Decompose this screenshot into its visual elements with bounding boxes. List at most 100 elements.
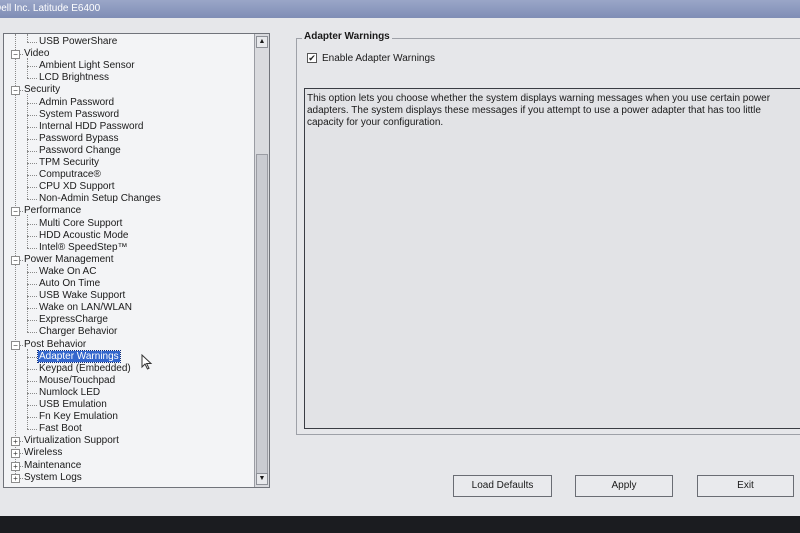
tree-item-adapter-warnings[interactable]: Adapter Warnings — [37, 349, 121, 363]
tree-item-fast-boot[interactable]: Fast Boot — [38, 423, 83, 435]
tree-item-numlock-led[interactable]: Numlock LED — [38, 387, 101, 399]
tree-item-system-logs[interactable]: System Logs — [23, 472, 83, 484]
tree-connector — [27, 78, 37, 80]
tree-branch-line — [27, 94, 28, 200]
tree-item-label: Fn Key Emulation — [39, 411, 118, 423]
scroll-up-button[interactable]: ▲ — [256, 36, 268, 48]
minus-icon[interactable]: − — [11, 255, 20, 265]
tree-branch-line — [27, 263, 28, 333]
tree-item-label: CPU XD Support — [39, 181, 115, 193]
tree-connector — [27, 356, 37, 358]
tree-item-label: Power Management — [24, 253, 114, 265]
tree-item-tpm-security[interactable]: TPM Security — [38, 157, 100, 169]
tree-item-label: Performance — [24, 205, 82, 217]
minus-icon[interactable]: − — [11, 50, 20, 60]
tree-item-usb-powershare[interactable]: USB PowerShare — [38, 36, 118, 48]
minus-icon[interactable]: − — [11, 207, 20, 217]
tree-item-label: Wake on LAN/WLAN — [39, 302, 132, 314]
tree-item-security[interactable]: Security — [23, 84, 61, 96]
tree-item-label: Wake On AC — [39, 265, 97, 277]
tree-item-performance[interactable]: Performance — [23, 205, 82, 217]
tree-item-label: Virtualization Support — [24, 435, 119, 447]
tree-item-maintenance[interactable]: Maintenance — [23, 460, 82, 472]
tree-item-label: Fast Boot — [39, 423, 82, 435]
tree-item-video[interactable]: Video — [23, 48, 50, 60]
tree-item-label: Internal HDD Password — [39, 120, 144, 132]
tree-connector — [27, 223, 37, 225]
tree-item-label: USB PowerShare — [39, 36, 118, 47]
tree-item-wake-on-ac[interactable]: Wake On AC — [38, 266, 97, 278]
tree-item-computrace[interactable]: Computrace® — [38, 169, 102, 181]
tree-item-wake-on-lan-wlan[interactable]: Wake on LAN/WLAN — [38, 302, 133, 314]
tree-branch-line — [27, 58, 28, 79]
tree-item-password-bypass[interactable]: Password Bypass — [38, 133, 119, 145]
tree-branch-line — [27, 215, 28, 248]
tree-item-internal-hdd-password[interactable]: Internal HDD Password — [38, 121, 144, 133]
tree-item-auto-on-time[interactable]: Auto On Time — [38, 278, 101, 290]
window-title: Dell Inc. Latitude E6400 — [0, 3, 101, 14]
tree-connector — [27, 368, 37, 370]
tree-connector — [27, 429, 37, 431]
tree-connector — [27, 405, 37, 406]
settings-tree[interactable]: − − − − − + + + + USB PowerShare Video Ambient Ligh… — [3, 33, 270, 488]
tree-item-cpu-xd-support[interactable]: CPU XD Support — [38, 181, 116, 193]
tree-item-fn-key-emulation[interactable]: Fn Key Emulation — [38, 411, 119, 423]
tree-item-non-admin-setup-changes[interactable]: Non-Admin Setup Changes — [38, 193, 162, 205]
minus-icon[interactable]: − — [11, 340, 20, 350]
mouse-pointer-icon — [141, 354, 153, 370]
description-text: This option lets you choose whether the … — [307, 93, 771, 128]
tree-scrollbar[interactable]: ▲ ▼ — [254, 34, 269, 487]
enable-adapter-warnings-label[interactable]: Enable Adapter Warnings — [322, 53, 435, 64]
tree-item-mouse-touchpad[interactable]: Mouse/Touchpad — [38, 375, 116, 387]
tree-item-expresscharge[interactable]: ExpressCharge — [38, 314, 109, 326]
tree-connector — [27, 187, 37, 189]
tree-connector — [27, 150, 37, 152]
tree-item-label: Wireless — [24, 447, 63, 459]
tree-item-label: System Password — [39, 108, 120, 120]
load-defaults-button[interactable]: Load Defaults — [453, 475, 552, 497]
title-bar: Dell Inc. Latitude E6400 — [0, 0, 800, 18]
tree-item-password-change[interactable]: Password Change — [38, 145, 122, 157]
tree-item-usb-emulation[interactable]: USB Emulation — [38, 399, 108, 411]
tree-item-hdd-acoustic-mode[interactable]: HDD Acoustic Mode — [38, 230, 129, 242]
tree-item-keypad-embedded[interactable]: Keypad (Embedded) — [38, 363, 132, 375]
tree-item-label: USB Wake Support — [39, 290, 126, 302]
tree-item-multi-core-support[interactable]: Multi Core Support — [38, 218, 123, 230]
check-icon: ✔ — [308, 53, 316, 63]
plus-icon[interactable]: + — [11, 461, 20, 471]
enable-adapter-warnings-checkbox[interactable]: ✔ — [307, 53, 317, 63]
scroll-thumb[interactable] — [256, 154, 268, 474]
tree-item-label: Multi Core Support — [39, 217, 123, 229]
tree-item-virtualization-support[interactable]: Virtualization Support — [23, 435, 120, 447]
scroll-down-button[interactable]: ▼ — [256, 473, 268, 485]
tree-item-admin-password[interactable]: Admin Password — [38, 97, 115, 109]
tree-item-label: Adapter Warnings — [37, 349, 121, 363]
tree-item-charger-behavior[interactable]: Charger Behavior — [38, 326, 118, 338]
apply-button[interactable]: Apply — [575, 475, 673, 497]
tree-connector — [27, 332, 37, 334]
tree-connector — [27, 380, 37, 382]
tree-item-label: Auto On Time — [39, 278, 101, 289]
plus-icon[interactable]: + — [11, 473, 20, 483]
tree-branch-line — [27, 348, 28, 430]
screen-bezel — [0, 516, 800, 533]
plus-icon[interactable]: + — [11, 449, 20, 459]
tree-item-intel-speedstep[interactable]: Intel® SpeedStep™ — [38, 242, 129, 254]
tree-item-lcd-brightness[interactable]: LCD Brightness — [38, 72, 110, 84]
tree-item-ambient-light-sensor[interactable]: Ambient Light Sensor — [38, 60, 136, 72]
tree-item-label: Video — [24, 48, 50, 60]
tree-item-usb-wake-support[interactable]: USB Wake Support — [38, 290, 126, 302]
tree-item-power-management[interactable]: Power Management — [23, 254, 115, 266]
tree-item-label: Password Bypass — [39, 132, 119, 144]
section-title: Adapter Warnings — [302, 31, 392, 42]
tree-connector — [27, 66, 37, 68]
exit-button[interactable]: Exit — [697, 475, 794, 497]
plus-icon[interactable]: + — [11, 437, 20, 447]
minus-icon[interactable]: − — [11, 86, 20, 96]
tree-item-label: Non-Admin Setup Changes — [39, 193, 161, 205]
tree-item-label: Mouse/Touchpad — [39, 374, 116, 386]
tree-item-label: System Logs — [24, 471, 82, 483]
tree-item-wireless[interactable]: Wireless — [23, 447, 63, 459]
tree-item-system-password[interactable]: System Password — [38, 109, 120, 121]
tree-item-post-behavior[interactable]: Post Behavior — [23, 339, 87, 351]
